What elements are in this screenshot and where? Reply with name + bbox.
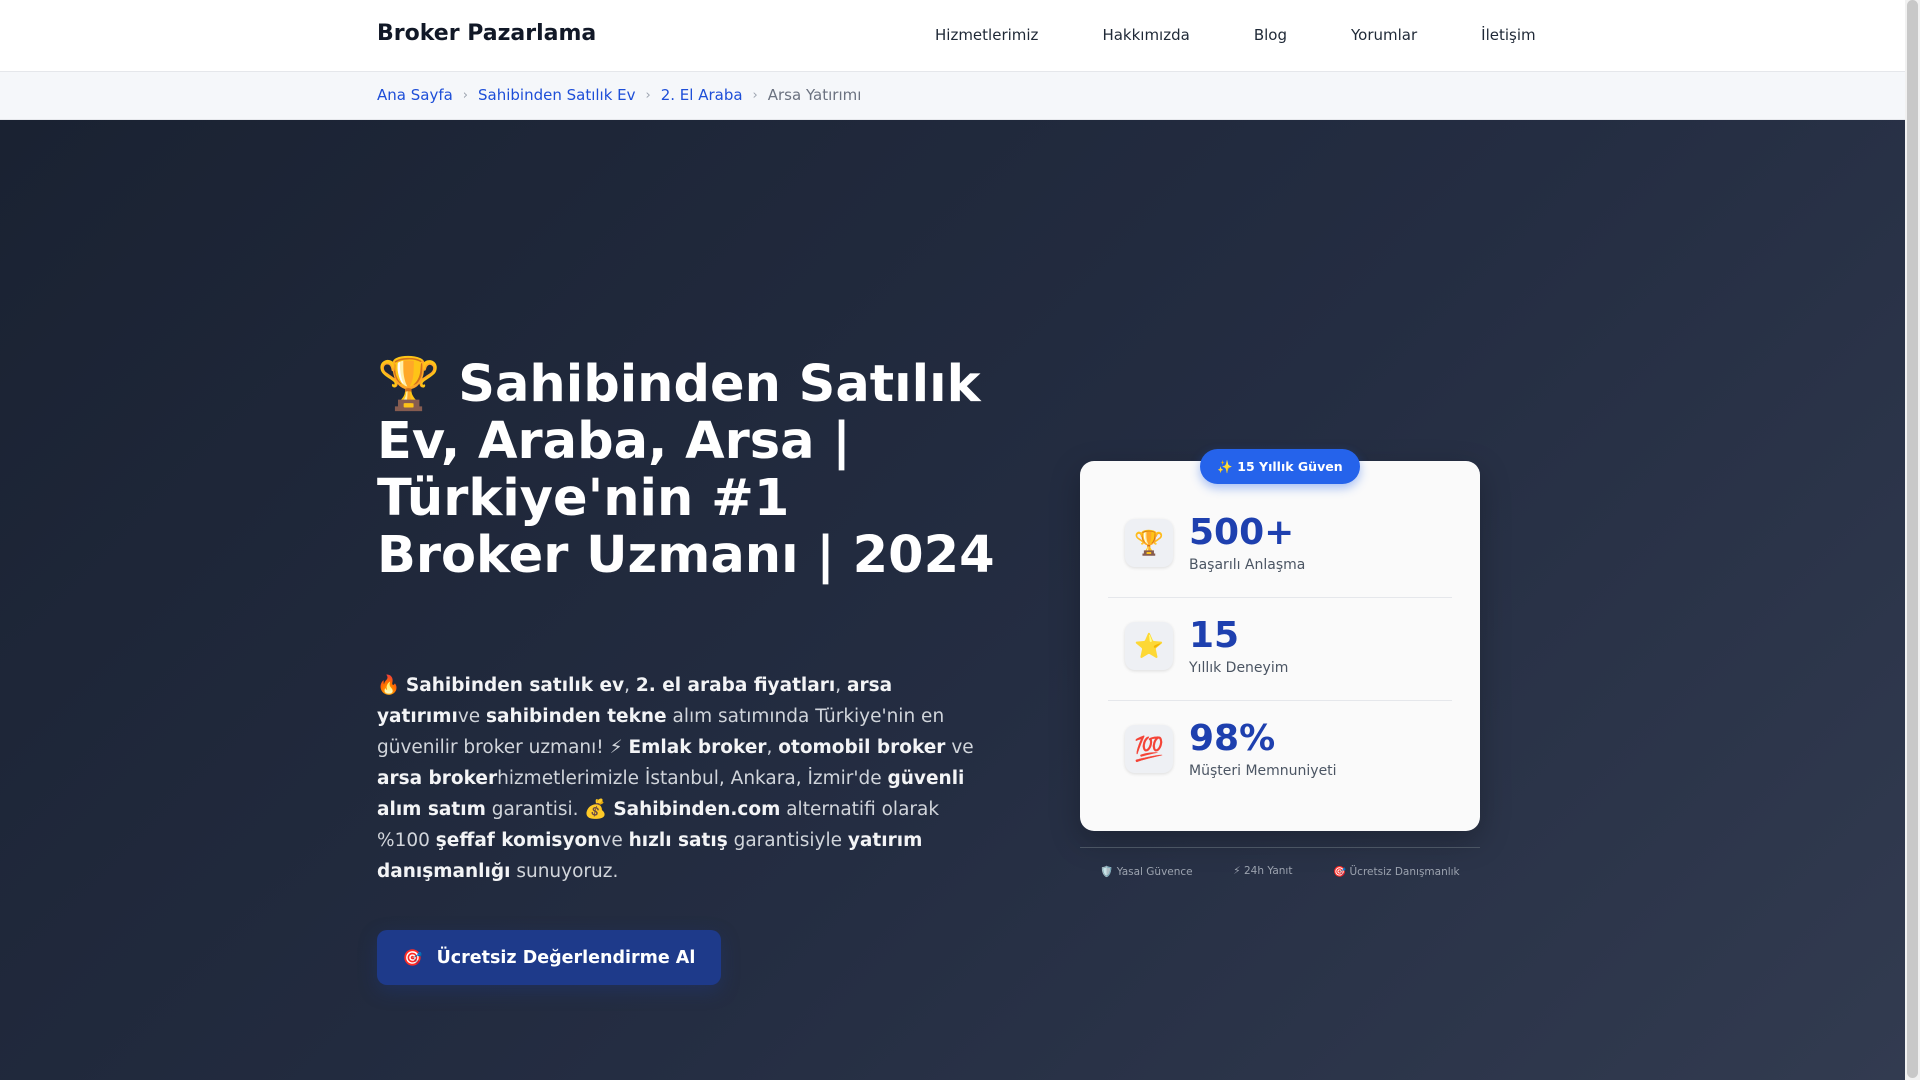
breadcrumb-bar: Ana Sayfa › Sahibinden Satılık Ev › 2. E… [0, 72, 1905, 120]
breadcrumb-separator: › [462, 87, 468, 103]
description-text: sunuyoruz. [510, 861, 619, 882]
cta-label: Ücretsiz Değerlendirme Al [436, 947, 696, 968]
target-icon: 🎯 [402, 948, 423, 967]
hero-section [0, 120, 1905, 1080]
description-text: ve [600, 830, 629, 851]
trust-strip: 🛡️ Yasal Güvence ⚡ 24h Yanıt 🎯 Ücretsiz … [1080, 865, 1480, 878]
legal-guarantee-item: 🛡️ Yasal Güvence [1100, 866, 1193, 878]
stat-label: Müşteri Memnuniyeti [1189, 763, 1337, 779]
description-text: 🔥 [377, 675, 406, 696]
breadcrumb-separator: › [645, 87, 651, 103]
breadcrumb-satilik-ev-link[interactable]: Sahibinden Satılık Ev [478, 86, 636, 104]
page-scrollbar[interactable] [1905, 0, 1920, 1080]
description-text: , [835, 675, 847, 696]
hero-description: 🔥 Sahibinden satılık ev, 2. el araba fiy… [377, 670, 977, 887]
fast-response-item: ⚡ 24h Yanıt [1233, 865, 1293, 877]
description-text: , [766, 737, 779, 758]
nav-link-blog[interactable]: Blog [1254, 26, 1287, 44]
keyword-bold: arsa broker [377, 768, 498, 789]
stat-row: 🏆 500+ Başarılı Anlaşma [1108, 495, 1452, 598]
stat-value: 98% [1189, 718, 1276, 759]
description-text: garantisiyle [727, 830, 848, 851]
hero-title: 🏆 Sahibinden Satılık Ev, Araba, Arsa | T… [377, 355, 995, 585]
stats-card: 🏆 500+ Başarılı Anlaşma ⭐ 15 Yıllık Dene… [1080, 461, 1480, 831]
breadcrumb-el-araba-link[interactable]: 2. El Araba [661, 86, 743, 104]
nav-link-yorumlar[interactable]: Yorumlar [1351, 26, 1417, 44]
keyword-bold: Emlak broker [628, 737, 767, 758]
keyword-bold: Sahibinden satılık ev [405, 675, 625, 696]
nav-link-hizmetlerimiz[interactable]: Hizmetlerimiz [935, 26, 1038, 44]
breadcrumb-current: Arsa Yatırımı [767, 86, 862, 104]
keyword-bold: hızlı satış [628, 830, 728, 851]
star-icon: ⭐ [1125, 622, 1173, 670]
top-navbar: Broker Pazarlama Hizmetlerimiz Hakkımızd… [0, 0, 1905, 72]
free-evaluation-button[interactable]: 🎯 Ücretsiz Değerlendirme Al [377, 930, 721, 985]
trophy-icon: 🏆 [1125, 519, 1173, 567]
stat-value: 15 [1189, 615, 1240, 656]
description-text: garantisi. 💰 [485, 799, 614, 820]
stat-row: 💯 98% Müşteri Memnuniyeti [1108, 701, 1452, 804]
breadcrumb-home-link[interactable]: Ana Sayfa [377, 86, 453, 104]
keyword-bold: şeffaf komisyon [435, 830, 601, 851]
divider [1080, 847, 1480, 848]
description-text: ve [457, 706, 487, 727]
breadcrumb-separator: › [752, 87, 758, 103]
brand-logo-link[interactable]: Broker Pazarlama [377, 21, 596, 46]
keyword-bold: sahibinden tekne [486, 706, 667, 727]
stat-row: ⭐ 15 Yıllık Deneyim [1108, 598, 1452, 701]
main-nav: Hizmetlerimiz Hakkımızda Blog Yorumlar İ… [935, 26, 1536, 44]
trust-badge: ✨ 15 Yıllık Güven [1200, 449, 1360, 484]
free-consulting-item: 🎯 Ücretsiz Danışmanlık [1333, 866, 1460, 878]
stat-value: 500+ [1189, 512, 1295, 553]
nav-link-hakkimizda[interactable]: Hakkımızda [1102, 26, 1189, 44]
keyword-bold: Sahibinden.com [613, 799, 781, 820]
hundred-points-icon: 💯 [1125, 725, 1173, 773]
breadcrumb: Ana Sayfa › Sahibinden Satılık Ev › 2. E… [377, 86, 861, 104]
keyword-bold: 2. el araba fiyatları [635, 675, 836, 696]
stat-label: Yıllık Deneyim [1189, 660, 1289, 676]
stat-label: Başarılı Anlaşma [1189, 557, 1306, 573]
description-text: hizmetlerimizle İstanbul, Ankara, İzmir'… [497, 768, 888, 789]
description-text: ve [945, 737, 974, 758]
nav-link-iletisim[interactable]: İletişim [1481, 26, 1535, 44]
scrollbar-thumb[interactable] [1907, 0, 1918, 1078]
keyword-bold: otomobil broker [778, 737, 946, 758]
description-text: , [624, 675, 636, 696]
